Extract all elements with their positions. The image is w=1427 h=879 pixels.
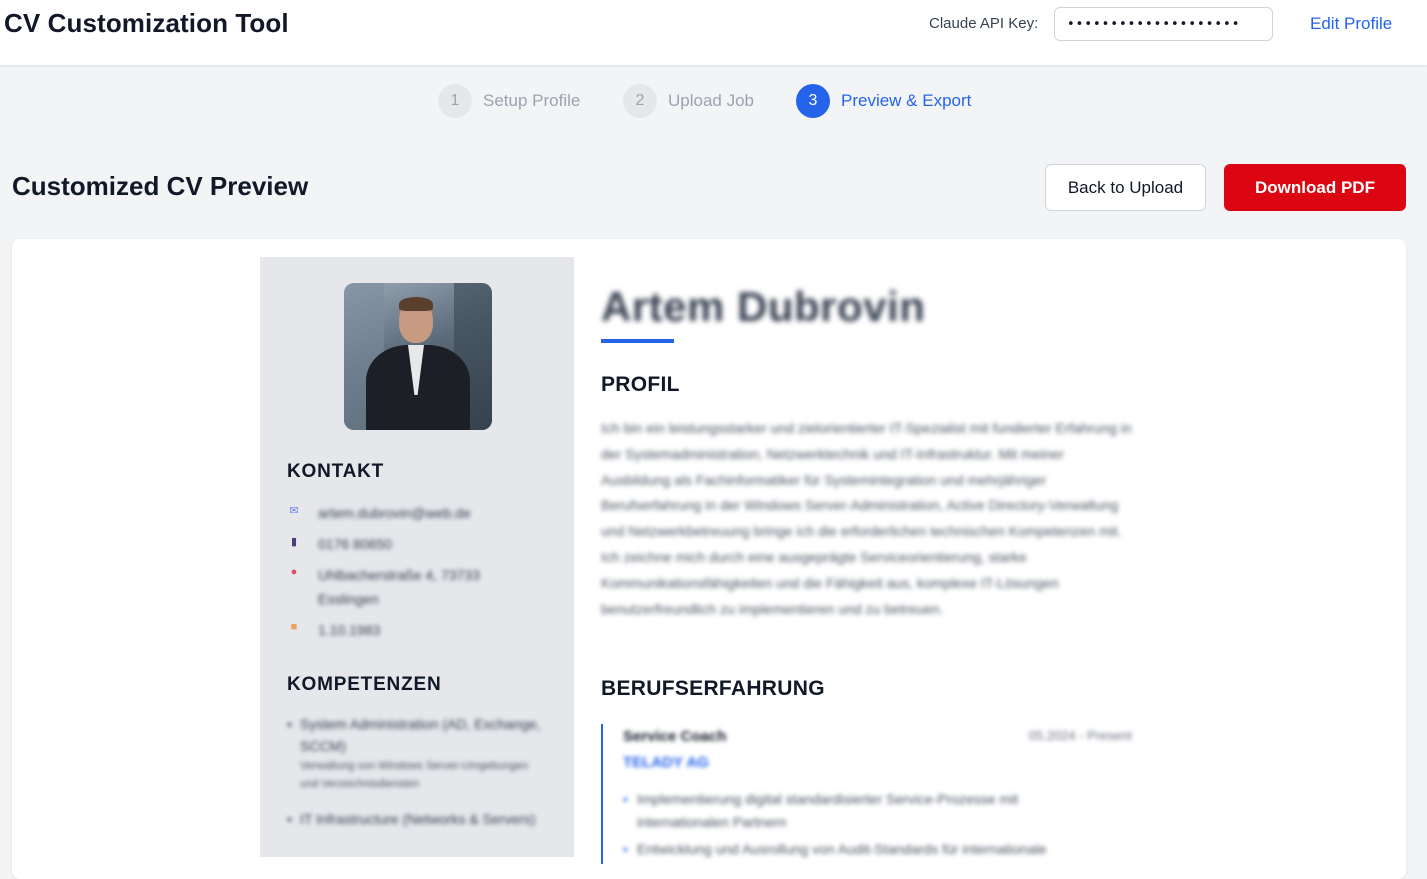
contact-phone-text: 0176 80650: [318, 536, 392, 552]
download-pdf-button[interactable]: Download PDF: [1224, 164, 1406, 211]
contact-birthday-text: 1.10.1983: [318, 622, 381, 638]
job-date: 05.2024 - Present: [1028, 728, 1132, 743]
phone-icon: ▮: [290, 535, 298, 548]
top-bar: CV Customization Tool Claude API Key: Ed…: [0, 0, 1427, 66]
job-bullet: Entwicklung und Ausrollung von Audit-Sta…: [623, 838, 1103, 861]
skill-title: System Administration (AD, Exchange, SCC…: [287, 713, 547, 757]
back-to-upload-button[interactable]: Back to Upload: [1045, 164, 1206, 211]
job-entry: Service Coach 05.2024 - Present TELADY A…: [601, 724, 1136, 864]
calendar-icon: ■: [290, 621, 298, 633]
edit-profile-link[interactable]: Edit Profile: [1310, 14, 1392, 34]
step-number: 1: [438, 84, 472, 118]
progress-stepper: 1 Setup Profile 2 Upload Job 3 Preview &…: [0, 84, 1427, 118]
job-bullets: Implementierung digital standardisierter…: [623, 788, 1103, 865]
api-key-input[interactable]: [1054, 7, 1273, 41]
name-underline: [601, 339, 674, 343]
contact-phone: ▮ 0176 80650: [287, 532, 392, 556]
job-company: TELADY AG: [623, 754, 709, 771]
contact-heading: KONTAKT: [287, 461, 385, 482]
location-icon: ●: [290, 566, 298, 578]
step-label: Upload Job: [668, 91, 755, 110]
cv-name: Artem Dubrovin: [601, 283, 926, 330]
step-number: 3: [796, 84, 830, 118]
experience-heading: BERUFSERFAHRUNG: [601, 677, 825, 700]
contact-address-text: Uhlbacherstraße 4, 73733 Esslingen: [318, 567, 480, 607]
skills-heading: KOMPETENZEN: [287, 674, 442, 695]
contact-birthday: ■ 1.10.1983: [287, 618, 381, 642]
profile-photo: [344, 283, 492, 430]
skill-title: IT Infrastructure (Networks & Servers): [287, 808, 547, 830]
api-key-label: Claude API Key:: [929, 15, 1039, 32]
profile-summary: Ich bin ein leistungsstarker und zielori…: [601, 420, 1132, 617]
skill-description: Verwaltung von Windows Server-Umgebungen…: [300, 760, 529, 790]
profile-heading: PROFIL: [601, 373, 680, 396]
job-title: Service Coach: [623, 728, 727, 745]
job-bullet: Implementierung digital standardisierter…: [623, 788, 1103, 834]
contact-email-text: artem.dubrovin@web.de: [318, 505, 471, 521]
step-label: Preview & Export: [841, 91, 972, 110]
step-label: Setup Profile: [483, 91, 581, 110]
contact-email: ✉ artem.dubrovin@web.de: [287, 501, 471, 525]
app-title: CV Customization Tool: [4, 8, 289, 38]
page-title: Customized CV Preview: [12, 171, 309, 201]
step-preview-export[interactable]: 3 Preview & Export: [796, 84, 971, 118]
contact-address: ● Uhlbacherstraße 4, 73733 Esslingen: [287, 563, 517, 611]
skill-item: IT Infrastructure (Networks & Servers): [287, 808, 547, 830]
email-icon: ✉: [289, 504, 299, 517]
skill-item: System Administration (AD, Exchange, SCC…: [287, 713, 547, 793]
step-setup-profile[interactable]: 1 Setup Profile: [438, 84, 580, 118]
step-number: 2: [623, 84, 657, 118]
step-upload-job[interactable]: 2 Upload Job: [623, 84, 754, 118]
